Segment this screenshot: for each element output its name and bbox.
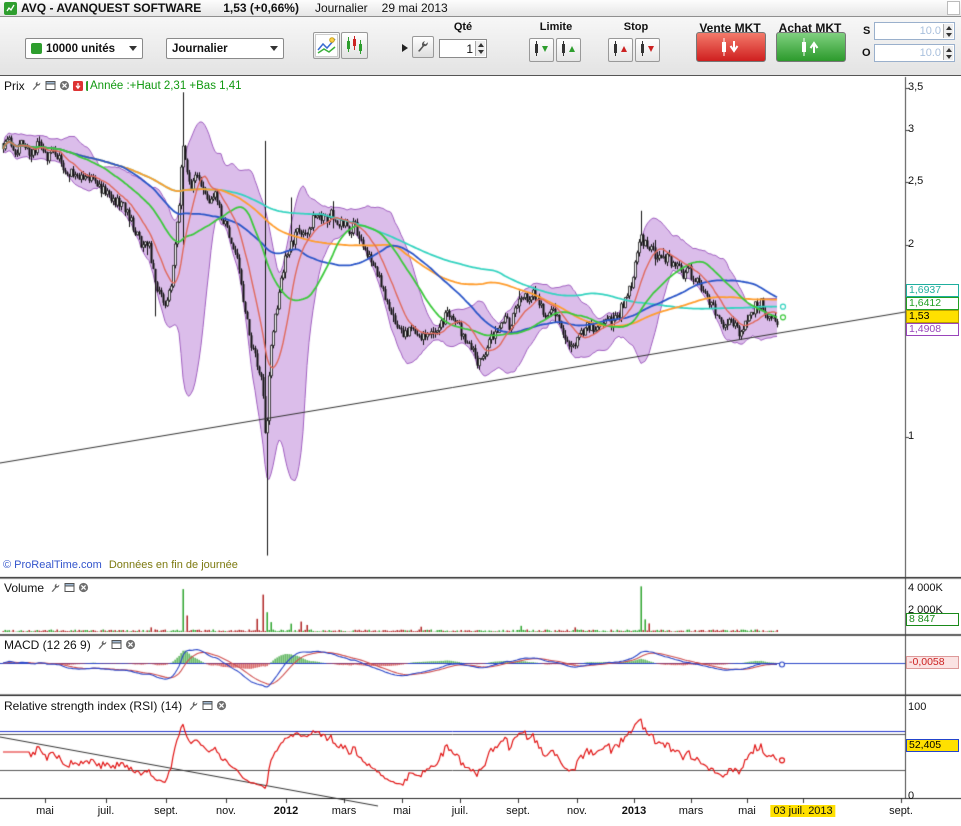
sell-stop-button[interactable] bbox=[635, 38, 660, 62]
titlebar-timeframe: Journalier bbox=[315, 1, 368, 15]
last-price-text: 1,53 (+0,66%) bbox=[223, 1, 299, 15]
qty-value: 1 bbox=[466, 42, 473, 56]
collapse-arrow-icon[interactable] bbox=[402, 44, 408, 52]
close-icon[interactable] bbox=[125, 639, 136, 650]
volume-panel-title: Volume bbox=[4, 581, 44, 595]
macd-panel-title: MACD (12 26 9) bbox=[4, 638, 91, 652]
volume-value-marker: 8 847 bbox=[906, 613, 959, 626]
app-icon bbox=[4, 2, 17, 15]
sell-mini-icon[interactable] bbox=[73, 81, 83, 91]
wrench-icon[interactable] bbox=[97, 639, 108, 650]
order-toolbar: 10000 unités Journalier Qté 1 Limite Sto… bbox=[0, 17, 961, 76]
price-panel-title: Prix bbox=[4, 79, 25, 93]
instrument-name: AVQ - AVANQUEST SOFTWARE bbox=[21, 1, 201, 15]
rsi-panel-title: Relative strength index (RSI) (14) bbox=[4, 699, 182, 713]
s-input[interactable]: 10.0 bbox=[874, 22, 955, 40]
close-icon[interactable] bbox=[78, 582, 89, 593]
o-value: 10.0 bbox=[920, 47, 941, 59]
stop-label: Stop bbox=[606, 21, 666, 33]
chevron-down-icon bbox=[270, 46, 278, 51]
timeframe-dropdown[interactable]: Journalier bbox=[166, 38, 284, 59]
window-icon[interactable] bbox=[45, 80, 56, 91]
prorealtime-link[interactable]: © ProRealTime.com bbox=[3, 559, 102, 571]
sell-limit-button[interactable] bbox=[556, 38, 581, 62]
window-icon[interactable] bbox=[64, 582, 75, 593]
units-dropdown[interactable]: 10000 unités bbox=[25, 38, 143, 59]
volume-panel-header: Volume bbox=[2, 580, 93, 595]
indicator-settings-button[interactable] bbox=[313, 32, 340, 59]
candlestick-style-button[interactable] bbox=[341, 32, 368, 59]
volume-scale-label: 4 000K bbox=[908, 582, 943, 594]
data-notice: Données en fin de journée bbox=[109, 559, 238, 571]
buy-limit-button[interactable] bbox=[529, 38, 554, 62]
price-panel-header: Prix bbox=[2, 78, 100, 93]
order-settings-button[interactable] bbox=[412, 36, 434, 58]
timeframe-dropdown-label: Journalier bbox=[172, 43, 228, 55]
titlebar: AVQ - AVANQUEST SOFTWARE 1,53 (+0,66%) J… bbox=[0, 0, 961, 17]
titlebar-corner-box bbox=[947, 1, 960, 15]
rsi-panel-header: Relative strength index (RSI) (14) bbox=[2, 698, 231, 713]
rsi-scale-label: 0 bbox=[908, 790, 914, 802]
buy-stop-button[interactable] bbox=[608, 38, 633, 62]
s-spinner[interactable] bbox=[943, 24, 953, 38]
o-spinner[interactable] bbox=[943, 46, 953, 60]
wrench-icon[interactable] bbox=[188, 700, 199, 711]
qty-input[interactable]: 1 bbox=[439, 39, 487, 58]
rsi-value-marker: 52,405 bbox=[906, 739, 959, 752]
rsi-scale-label: 100 bbox=[908, 701, 926, 713]
s-label: S bbox=[863, 25, 870, 37]
window-icon[interactable] bbox=[202, 700, 213, 711]
buy-market-button[interactable] bbox=[776, 32, 846, 62]
wrench-icon[interactable] bbox=[31, 80, 42, 91]
close-icon[interactable] bbox=[59, 80, 70, 91]
window-icon[interactable] bbox=[111, 639, 122, 650]
qty-label: Qté bbox=[437, 21, 489, 33]
units-icon bbox=[31, 43, 42, 54]
chevron-down-icon bbox=[129, 46, 137, 51]
s-value: 10.0 bbox=[920, 25, 941, 37]
macd-value-marker: -0,0058 bbox=[906, 656, 959, 669]
titlebar-date: 29 mai 2013 bbox=[382, 1, 448, 15]
sell-market-button[interactable] bbox=[696, 32, 766, 62]
qty-spinner[interactable] bbox=[475, 41, 485, 56]
o-label: O bbox=[862, 47, 871, 59]
limit-label: Limite bbox=[527, 21, 585, 33]
year-high-low-stats: Année :+Haut 2,31 +Bas 1,41 bbox=[88, 80, 244, 92]
macd-panel-header: MACD (12 26 9) bbox=[2, 637, 140, 652]
units-dropdown-label: 10000 unités bbox=[46, 43, 115, 55]
trading-app: AVQ - AVANQUEST SOFTWARE 1,53 (+0,66%) J… bbox=[0, 0, 961, 826]
close-icon[interactable] bbox=[216, 700, 227, 711]
o-input[interactable]: 10.0 bbox=[874, 44, 955, 62]
copyright: © ProRealTime.com Données en fin de jour… bbox=[3, 559, 238, 571]
wrench-icon[interactable] bbox=[50, 582, 61, 593]
